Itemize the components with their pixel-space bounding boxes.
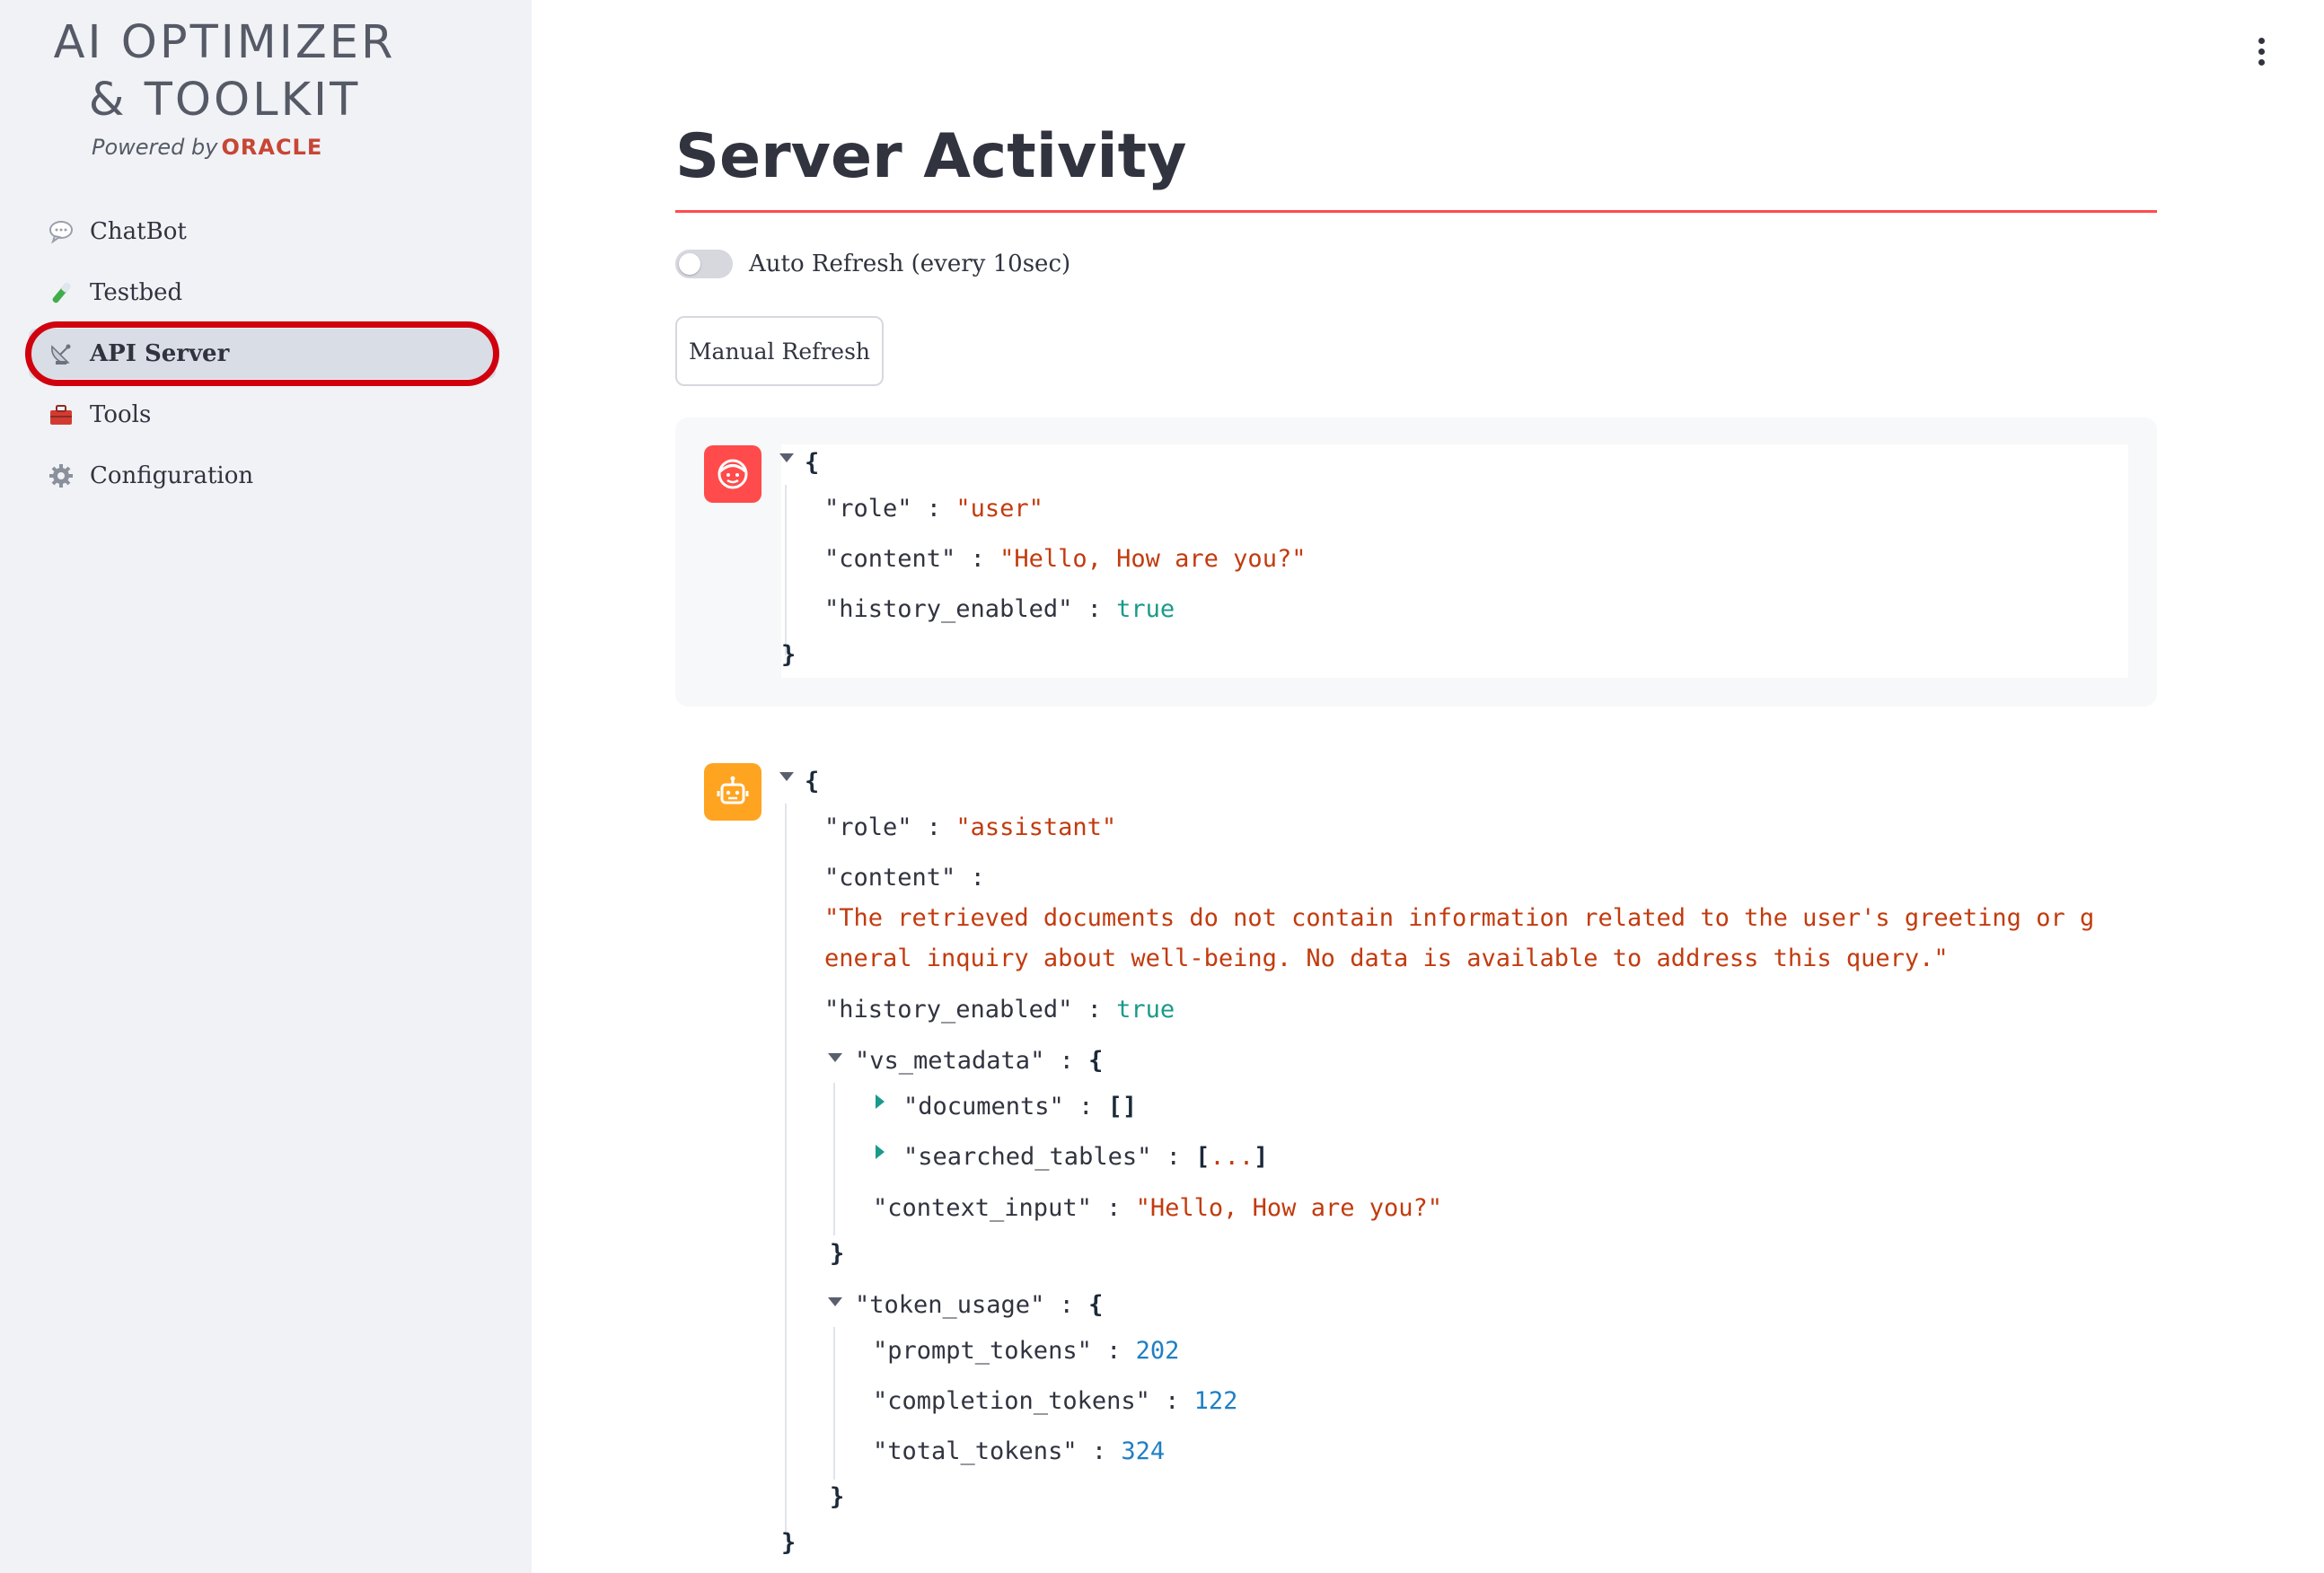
satellite-dish-icon xyxy=(47,339,75,368)
json-row: "documents" : [] xyxy=(903,1093,1138,1120)
json-row: "total_tokens" : 324 xyxy=(873,1437,1166,1465)
speech-bubble-icon xyxy=(47,217,75,246)
sidebar-item-label: ChatBot xyxy=(90,218,187,245)
json-row: "vs_metadata" : { xyxy=(855,1047,1104,1075)
json-row: "searched_tables" : [...] xyxy=(903,1143,1269,1171)
sidebar: AI OPTIMIZER & TOOLKIT Powered by ORACLE … xyxy=(0,0,532,1573)
user-face-icon xyxy=(704,445,761,503)
sidebar-item-label: Configuration xyxy=(90,462,254,489)
manual-refresh-button[interactable]: Manual Refresh xyxy=(675,316,884,386)
page-title: Server Activity xyxy=(675,121,1187,192)
robot-icon xyxy=(704,763,761,821)
json-row: "token_usage" : { xyxy=(855,1291,1104,1319)
json-row: "completion_tokens" : 122 xyxy=(873,1387,1238,1415)
oracle-brand: ORACLE xyxy=(221,135,323,160)
powered-by-text: Powered by xyxy=(92,135,218,160)
json-row: "prompt_tokens" : 202 xyxy=(873,1337,1180,1365)
json-row: "history_enabled" : true xyxy=(824,595,1175,623)
sidebar-item-chatbot[interactable]: ChatBot xyxy=(29,207,496,257)
expand-toggle-icon[interactable] xyxy=(876,1094,885,1109)
json-row: "role" : "user" xyxy=(824,495,1043,523)
auto-refresh-row: Auto Refresh (every 10sec) xyxy=(675,250,1070,278)
auto-refresh-label: Auto Refresh (every 10sec) xyxy=(749,250,1071,277)
toggle-knob xyxy=(679,253,700,275)
collapse-toggle-icon[interactable] xyxy=(828,1053,842,1062)
app-logo-line2: & TOOLKIT xyxy=(88,74,361,127)
json-row: "content" : xyxy=(824,864,985,892)
sidebar-item-label: Testbed xyxy=(90,279,183,306)
json-row: "history_enabled" : true xyxy=(824,996,1175,1024)
json-string-line: "The retrieved documents do not contain … xyxy=(824,904,2095,932)
json-row: "content" : "Hello, How are you?" xyxy=(824,545,1307,573)
sidebar-nav: ChatBot Testbed API Server Tools Configu… xyxy=(25,207,499,512)
toolbox-icon xyxy=(47,400,75,429)
json-row: "role" : "assistant" xyxy=(824,813,1117,841)
collapse-toggle-icon[interactable] xyxy=(779,772,794,781)
sidebar-item-api-server[interactable]: API Server xyxy=(25,321,499,386)
gear-icon xyxy=(47,461,75,490)
test-tube-icon xyxy=(47,278,75,307)
app-logo-line1: AI OPTIMIZER xyxy=(53,16,396,69)
powered-by: Powered by ORACLE xyxy=(92,135,322,160)
main-menu-kebab-icon[interactable] xyxy=(2254,38,2268,70)
json-string-line: eneral inquiry about well-being. No data… xyxy=(824,945,1949,972)
sidebar-item-testbed[interactable]: Testbed xyxy=(29,268,496,318)
auto-refresh-toggle[interactable] xyxy=(675,250,733,278)
sidebar-item-tools[interactable]: Tools xyxy=(29,390,496,440)
sidebar-item-label: Tools xyxy=(90,401,152,428)
title-divider xyxy=(675,210,2157,213)
sidebar-item-configuration[interactable]: Configuration xyxy=(29,451,496,501)
collapse-toggle-icon[interactable] xyxy=(828,1297,842,1306)
expand-toggle-icon[interactable] xyxy=(876,1145,885,1159)
sidebar-item-label: API Server xyxy=(90,340,230,367)
collapse-toggle-icon[interactable] xyxy=(779,453,794,462)
json-row: "context_input" : "Hello, How are you?" xyxy=(873,1194,1442,1222)
